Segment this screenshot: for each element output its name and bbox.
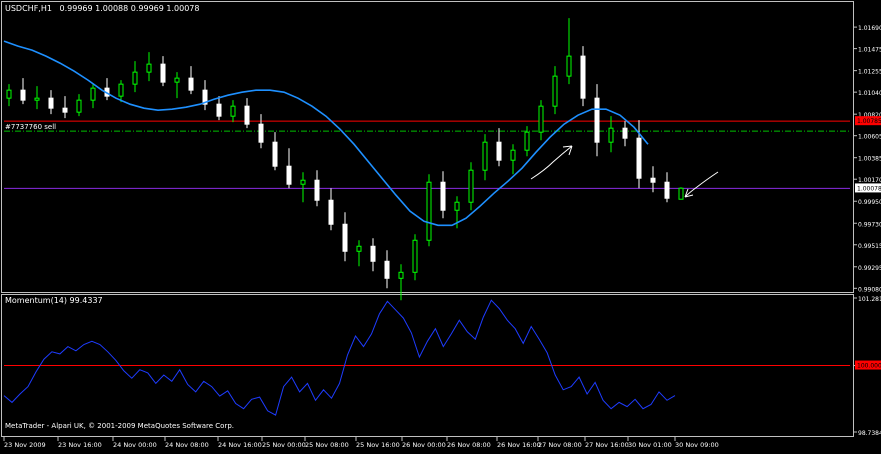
candle-body [62, 107, 68, 113]
candle-body [286, 165, 292, 185]
candle-body [132, 71, 138, 85]
candle-body [482, 141, 488, 171]
time-tick-label: 27 Nov 08:00 [538, 441, 582, 449]
candle-body [412, 239, 418, 273]
resistance-price-tag: 1.00785 [855, 116, 881, 126]
candle [426, 174, 432, 247]
momentum-tick-label: 101.2818 [858, 296, 881, 303]
price-tick-label: 0.99080 [858, 286, 881, 293]
time-tick-label: 26 Nov 08:00 [447, 441, 491, 449]
candle-body [216, 103, 222, 117]
candle-body [328, 199, 334, 225]
candle-body [90, 87, 96, 101]
candle-body [6, 89, 12, 99]
price-tick-label: 1.00170 [858, 177, 881, 184]
candle-body [636, 137, 642, 179]
candle-body [608, 127, 614, 143]
candle-body [20, 89, 26, 101]
price-tick-label: 0.99295 [858, 265, 881, 272]
time-tick-label: 26 Nov 16:00 [497, 441, 541, 449]
candle-body [314, 179, 320, 201]
price-tick-label: 1.01690 [858, 25, 881, 32]
time-tick-label: 25 Nov 08:00 [305, 441, 349, 449]
candle-body [342, 223, 348, 252]
price-tick-label: 1.01255 [858, 69, 881, 76]
time-tick-label: 24 Nov 00:00 [113, 441, 157, 449]
candle-body [370, 245, 376, 262]
candle-body [454, 201, 460, 211]
candle-body [160, 63, 166, 83]
price-tick-label: 1.01475 [858, 47, 881, 54]
candle-body [34, 97, 40, 101]
candle-body [118, 83, 124, 97]
candle-body [174, 77, 180, 83]
order-label[interactable]: #7737760 sell [5, 123, 56, 131]
price-tick-label: 1.01040 [858, 90, 881, 97]
candle [678, 187, 684, 200]
candle-body [496, 141, 502, 161]
candle-body [398, 271, 404, 279]
time-tick-label: 25 Nov 16:00 [356, 441, 400, 449]
price-tick-label: 0.99730 [858, 221, 881, 228]
time-tick-label: 24 Nov 16:00 [218, 441, 262, 449]
time-tick-label: 30 Nov 09:00 [675, 441, 719, 449]
time-tick-label: 23 Nov 16:00 [58, 441, 102, 449]
candle-body [594, 97, 600, 143]
candle-body [146, 63, 152, 73]
resistance-price-tag-label: 1.00785 [857, 118, 881, 125]
price-tick-label: 1.00385 [858, 156, 881, 163]
candle-body [440, 181, 446, 211]
symbol-label: USDCHF,H1 [5, 4, 52, 13]
candle-body [538, 105, 544, 133]
candle-body [188, 77, 194, 91]
time-tick-label: 25 Nov 00:00 [262, 441, 306, 449]
momentum-title: Momentum(14) 99.4337 [5, 296, 103, 305]
candle-body [650, 177, 656, 183]
price-tick-label: 0.99950 [858, 199, 881, 206]
candle-body [524, 131, 530, 151]
chart-window[interactable]: 1.01690 1.01475 1.01255 1.01040 1.00820 1.006… [0, 0, 881, 450]
candle-body [48, 97, 54, 109]
candle-body [664, 181, 670, 199]
ohlc-values: 0.99969 1.00088 0.99969 1.00078 [60, 4, 200, 13]
candle-body [426, 181, 432, 241]
candle-body [230, 105, 236, 117]
price-tick-label: 0.99515 [858, 243, 881, 250]
momentum-tick-label: 98.7384 [858, 430, 881, 437]
candle-body [258, 123, 264, 143]
candle-body [622, 127, 628, 139]
time-tick-label: 24 Nov 08:00 [165, 441, 209, 449]
time-tick-label: 27 Nov 16:00 [585, 441, 629, 449]
candle-body [356, 245, 362, 252]
chart-header: USDCHF,H1 0.99969 1.00088 0.99969 1.0007… [5, 4, 199, 13]
candle-body [678, 187, 684, 200]
candle-body [244, 105, 250, 125]
candle-body [468, 169, 474, 203]
current-price-tag-label: 1.00078 [857, 185, 881, 192]
price-tick-label: 1.00605 [858, 134, 881, 141]
footer-copyright: MetaTrader - Alpari UK, © 2001-2009 Meta… [5, 422, 234, 430]
candle-body [566, 55, 572, 77]
current-price-tag: 1.00078 [855, 183, 881, 193]
time-tick-label: 23 Nov 2009 [4, 441, 46, 449]
time-tick-label: 30 Nov 01:00 [628, 441, 672, 449]
momentum-tick-label: 100.0000 [857, 363, 881, 370]
time-tick-label: 26 Nov 00:00 [402, 441, 446, 449]
candle-body [76, 99, 82, 113]
candle-body [272, 141, 278, 167]
candle-body [300, 179, 306, 185]
candle-body [510, 149, 516, 161]
candle-body [580, 55, 586, 99]
price-chart-canvas[interactable]: 1.016901.014751.012551.010401.008201.006… [0, 0, 881, 450]
candle-body [384, 260, 390, 279]
candle-body [552, 75, 558, 107]
